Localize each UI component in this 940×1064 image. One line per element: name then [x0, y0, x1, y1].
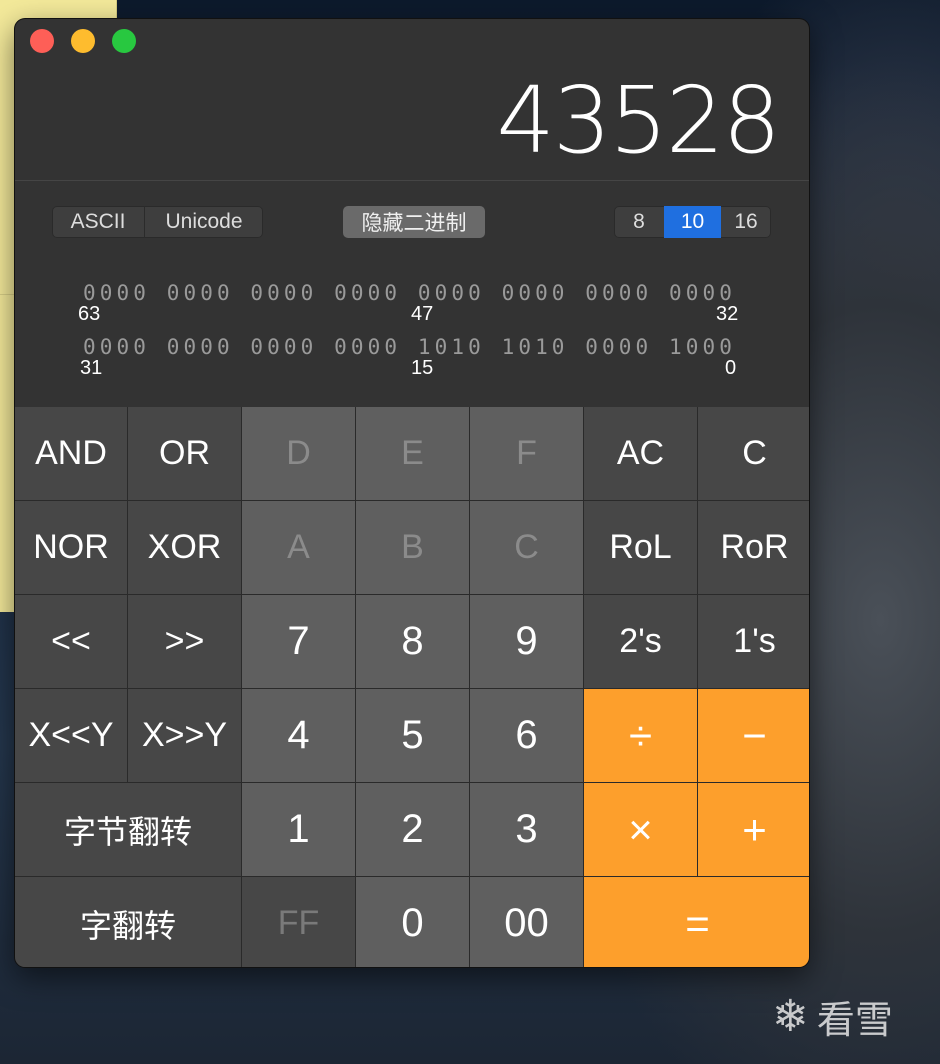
base-8[interactable]: 8: [614, 206, 664, 238]
encoding-selector: ASCII Unicode: [52, 206, 263, 238]
bit-label: 32: [716, 303, 739, 325]
shift-left-button[interactable]: <<: [15, 595, 127, 688]
base-16[interactable]: 16: [721, 206, 771, 238]
byte-flip-button[interactable]: 字节翻转: [15, 783, 241, 876]
hex-b-button[interactable]: B: [356, 501, 469, 594]
digit-3-button[interactable]: 3: [470, 783, 583, 876]
hex-f-button[interactable]: F: [470, 407, 583, 500]
zoom-button[interactable]: [112, 29, 136, 53]
hide-binary-button[interactable]: 隐藏二进制: [343, 206, 485, 238]
snowflake-icon: ❄: [772, 990, 809, 1042]
bit-label: 63: [78, 303, 101, 325]
or-button[interactable]: OR: [128, 407, 241, 500]
bit-label: 15: [411, 357, 434, 379]
hex-e-button[interactable]: E: [356, 407, 469, 500]
base-10[interactable]: 10: [664, 206, 721, 238]
digit-0-button[interactable]: 0: [356, 877, 469, 967]
digit-6-button[interactable]: 6: [470, 689, 583, 782]
xor-button[interactable]: XOR: [128, 501, 241, 594]
watermark-text: 看雪: [816, 997, 893, 1042]
rotate-left-button[interactable]: RoL: [584, 501, 697, 594]
watermark: ❄ 看雪: [772, 986, 893, 1046]
ff-button[interactable]: FF: [242, 877, 355, 967]
digit-4-button[interactable]: 4: [242, 689, 355, 782]
base-selector: 8 10 16: [614, 206, 771, 238]
digit-1-button[interactable]: 1: [242, 783, 355, 876]
hex-a-button[interactable]: A: [242, 501, 355, 594]
word-flip-button[interactable]: 字翻转: [15, 877, 241, 967]
shift-right-button[interactable]: >>: [128, 595, 241, 688]
bit-label: 31: [80, 357, 103, 379]
all-clear-button[interactable]: AC: [584, 407, 697, 500]
close-button[interactable]: [30, 29, 54, 53]
bit-label: 0: [725, 357, 737, 379]
minimize-button[interactable]: [71, 29, 95, 53]
multiply-button[interactable]: ×: [584, 783, 697, 876]
and-button[interactable]: AND: [15, 407, 127, 500]
digit-8-button[interactable]: 8: [356, 595, 469, 688]
x-shift-right-y-button[interactable]: X>>Y: [128, 689, 241, 782]
result-display: 43528: [496, 67, 781, 174]
encoding-ascii[interactable]: ASCII: [52, 206, 144, 238]
hex-c-button[interactable]: C: [470, 501, 583, 594]
double-zero-button[interactable]: 00: [470, 877, 583, 967]
add-button[interactable]: +: [698, 783, 809, 876]
twos-complement-button[interactable]: 2's: [584, 595, 697, 688]
divide-button[interactable]: ÷: [584, 689, 697, 782]
hex-d-button[interactable]: D: [242, 407, 355, 500]
window-controls: [30, 29, 136, 53]
calculator-window: 43528 ASCII Unicode 隐藏二进制 8 10 16 0000 0…: [15, 19, 809, 967]
digit-2-button[interactable]: 2: [356, 783, 469, 876]
digit-7-button[interactable]: 7: [242, 595, 355, 688]
subtract-button[interactable]: −: [698, 689, 809, 782]
binary-row-low[interactable]: 0000 0000 0000 0000 1010 1010 0000 1000: [83, 335, 736, 359]
rotate-right-button[interactable]: RoR: [698, 501, 809, 594]
x-shift-left-y-button[interactable]: X<<Y: [15, 689, 127, 782]
display-divider: [15, 180, 809, 181]
ones-complement-button[interactable]: 1's: [698, 595, 809, 688]
digit-9-button[interactable]: 9: [470, 595, 583, 688]
equals-button[interactable]: =: [584, 877, 809, 967]
keypad: AND OR D E F AC C NOR XOR A B C RoL RoR …: [15, 407, 809, 967]
binary-row-high[interactable]: 0000 0000 0000 0000 0000 0000 0000 0000: [83, 281, 736, 305]
digit-5-button[interactable]: 5: [356, 689, 469, 782]
encoding-unicode[interactable]: Unicode: [145, 206, 263, 238]
clear-button[interactable]: C: [698, 407, 809, 500]
bit-label: 47: [411, 303, 434, 325]
nor-button[interactable]: NOR: [15, 501, 127, 594]
